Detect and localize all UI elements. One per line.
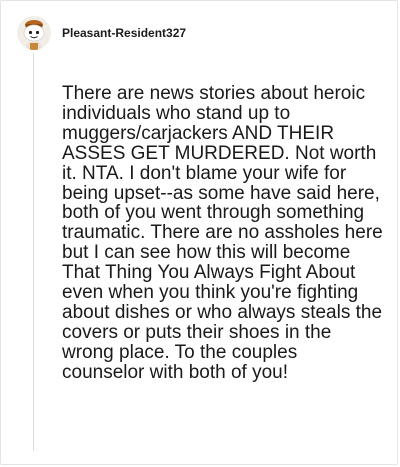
reddit-snoo-avatar-icon[interactable] bbox=[17, 16, 51, 50]
author-username[interactable]: Pleasant-Resident327 bbox=[62, 26, 186, 40]
comment-body: There are news stories about heroic indi… bbox=[62, 83, 383, 383]
comment-card: Pleasant-Resident327 There are news stor… bbox=[0, 0, 398, 465]
comment-header: Pleasant-Resident327 bbox=[17, 15, 186, 51]
thread-line[interactable] bbox=[33, 53, 34, 451]
